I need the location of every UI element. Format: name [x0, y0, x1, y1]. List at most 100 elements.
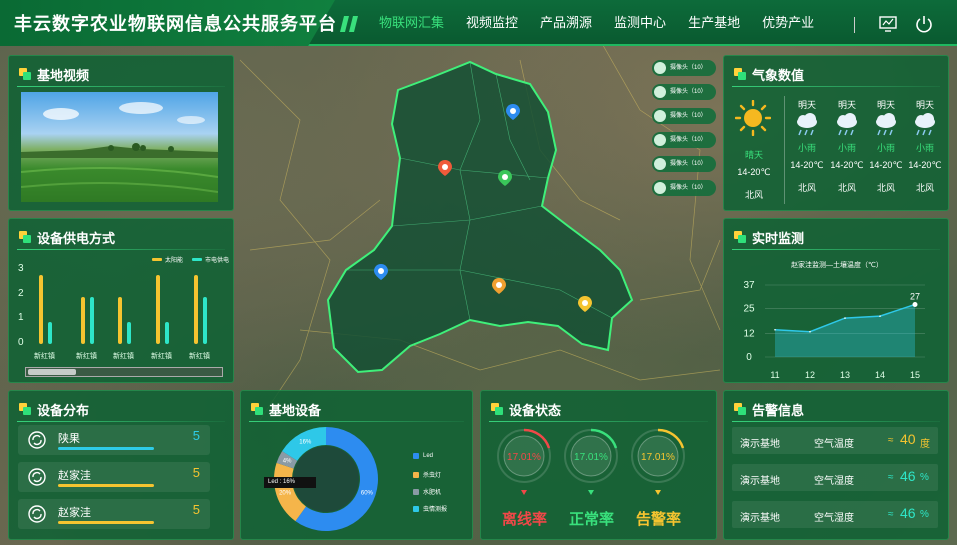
distribution-count: 5: [192, 428, 200, 443]
nav-video-monitor[interactable]: 视频监控: [455, 0, 529, 46]
down-arrow-icon: [521, 490, 527, 495]
bar-solar: [156, 274, 160, 344]
camera-item[interactable]: 摄像头（10）: [652, 84, 716, 100]
status-ring: 17.01%: [564, 428, 618, 483]
nav-production-base[interactable]: 生产基地: [677, 0, 751, 46]
status-value: 17.01%: [641, 452, 675, 463]
map-pin-blue-1[interactable]: [506, 104, 520, 120]
distribution-bar: [58, 484, 154, 487]
legend-item: 杀虫灯: [413, 470, 441, 479]
weather-temperature: 14-20℃: [830, 160, 864, 170]
x-tick-label: 新红镇: [113, 353, 134, 360]
camera-item[interactable]: 摄像头（10）: [652, 132, 716, 148]
power-icon[interactable]: [915, 15, 933, 33]
chart-tooltip: Led : 16%: [264, 477, 316, 488]
panel-title-icon: [734, 68, 746, 80]
y-tick-label: 25: [743, 303, 755, 314]
bar-grid: [90, 297, 94, 344]
slice-label: 4%: [283, 459, 292, 465]
legend-label: 杀虫灯: [423, 473, 442, 479]
distribution-item[interactable]: 赵家洼 5: [18, 462, 210, 492]
realtime-panel-title: 实时监测: [752, 230, 805, 246]
map-pin-yellow[interactable]: [578, 296, 592, 312]
y-tick-label: 12: [743, 329, 755, 340]
status-ring: 17.01%: [631, 428, 685, 483]
weather-temperature: 14-20℃: [869, 160, 903, 170]
camera-label: 摄像头（10）: [670, 65, 707, 71]
alarm-metric: 空气温度: [814, 439, 854, 450]
alarm-value: 40: [900, 431, 916, 447]
panel-title-icon: [491, 403, 503, 415]
weather-panel-header: 气象数值: [734, 64, 804, 84]
distribution-name: 赵家洼: [58, 470, 91, 482]
distribution-item[interactable]: 陕果 5: [18, 425, 210, 455]
data-point: [774, 328, 776, 331]
alarm-item[interactable]: 演示基地 空气温度 ≈40 度: [732, 427, 938, 454]
base-devices-panel-header: 基地设备: [251, 399, 321, 419]
x-tick-label: 11: [770, 370, 779, 380]
soil-temperature-chart: 0 12 25 37 11 12 13 14 15 27: [743, 280, 925, 380]
nav-advantage-industry[interactable]: 优势产业: [751, 0, 825, 46]
y-tick-label: 3: [18, 263, 24, 274]
data-point: [879, 315, 881, 317]
base-video-player[interactable]: [21, 92, 218, 202]
status-label: 告警率: [636, 511, 682, 528]
base-devices-panel-title: 基地设备: [269, 402, 322, 418]
alarm-item[interactable]: 演示基地 空气湿度 ≈46%: [732, 464, 938, 491]
legend-item: Led: [413, 453, 433, 459]
data-point: [912, 301, 918, 307]
camera-item[interactable]: 摄像头（10）: [652, 180, 716, 196]
legend-solar: 太阳能: [152, 255, 183, 264]
nav-monitor-center[interactable]: 监测中心: [603, 0, 677, 46]
panel-title-icon: [19, 403, 31, 415]
down-arrow-icon: [655, 490, 661, 495]
map-pin-green[interactable]: [498, 170, 512, 186]
alarm-item[interactable]: 演示基地 空气湿度 ≈46%: [732, 501, 938, 528]
alarm-unit: %: [920, 509, 929, 520]
legend-item: 水肥机: [413, 487, 441, 496]
recycle-icon: [28, 468, 46, 486]
monitor-icon[interactable]: [879, 15, 897, 33]
x-tick-label: 12: [805, 370, 815, 380]
data-point: [809, 330, 811, 333]
header-divider: [854, 17, 855, 33]
camera-item[interactable]: 摄像头（10）: [652, 108, 716, 124]
camera-icon: [654, 110, 666, 122]
bar-grid: [203, 297, 207, 344]
status-value: 17.01%: [507, 452, 541, 463]
weather-wind: 北风: [797, 183, 816, 193]
weather-forecast-day: 明天 小雨 14-20℃ 北风: [905, 98, 945, 194]
camera-label: 摄像头（10）: [670, 89, 707, 95]
y-tick-label: 37: [743, 280, 755, 291]
map-pin-orange[interactable]: [492, 278, 506, 294]
nav-product-trace[interactable]: 产品溯源: [529, 0, 603, 46]
region-shape[interactable]: [326, 60, 634, 374]
map-pin-red[interactable]: [438, 160, 452, 176]
soil-temp-chart-title: 赵家洼监测—土壤温度（℃）: [791, 262, 883, 269]
scrollbar-thumb[interactable]: [28, 369, 76, 375]
alarm-unit: %: [920, 472, 929, 483]
video-panel-title: 基地视频: [37, 67, 90, 83]
panel-title-icon: [734, 403, 746, 415]
video-panel-header: 基地视频: [19, 64, 89, 84]
device-status-panel-title: 设备状态: [509, 402, 562, 418]
x-tick-label: 新红镇: [151, 353, 172, 360]
alarm-value: 46: [900, 505, 916, 521]
distribution-count: 5: [192, 502, 200, 517]
x-tick-label: 13: [840, 370, 850, 380]
alarm-panel-title: 告警信息: [752, 402, 805, 418]
distribution-name: 赵家洼: [58, 507, 91, 519]
camera-item[interactable]: 摄像头（10）: [652, 156, 716, 172]
map-pin-blue-2[interactable]: [374, 264, 388, 280]
rain-icon: [827, 113, 867, 139]
rain-icon: [866, 113, 906, 139]
down-arrow-icon: [588, 490, 594, 495]
distribution-item[interactable]: 赵家洼 5: [18, 499, 210, 529]
chart-scrollbar[interactable]: [25, 367, 223, 377]
weather-forecast-day: 明天 小雨 14-20℃ 北风: [787, 98, 827, 194]
bar-grid: [127, 321, 131, 344]
alarm-base: 演示基地: [740, 476, 780, 487]
camera-item[interactable]: 摄像头（10）: [652, 60, 716, 76]
trend-icon: ≈: [888, 472, 894, 483]
nav-iot-summary[interactable]: 物联网汇集: [368, 0, 455, 46]
